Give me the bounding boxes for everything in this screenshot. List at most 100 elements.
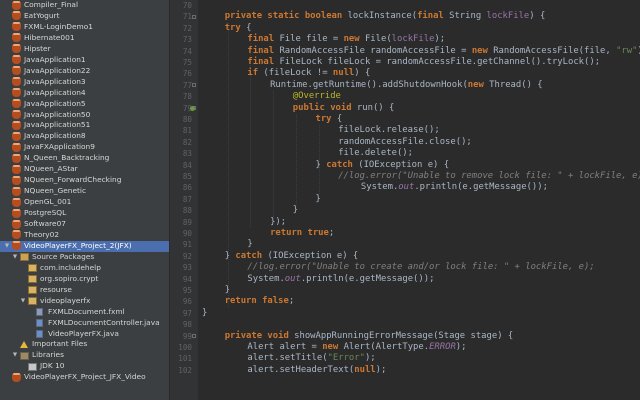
tree-item[interactable]: resourse (0, 285, 169, 296)
line-number: 71 (182, 12, 192, 22)
code-line[interactable]: } catch (IOException e) { (225, 251, 359, 262)
tree-item[interactable]: PostgreSQL (0, 208, 169, 219)
tree-item[interactable]: NQueen_ForwardChecking (0, 175, 169, 186)
code-line[interactable]: private void showAppRunningErrorMessage(… (225, 331, 514, 342)
code-line[interactable]: @Override (293, 91, 341, 102)
code-line[interactable]: } (247, 239, 252, 250)
indent-guide (295, 114, 297, 206)
code-line[interactable]: final RandomAccessFile randomAccessFile … (247, 46, 640, 57)
code-line[interactable]: final File file = new File(lockFile); (247, 34, 445, 45)
tree-item[interactable]: ▼ Source Packages (0, 252, 169, 263)
code-line[interactable]: }); (270, 217, 286, 228)
tree-item[interactable]: Important Files (0, 339, 169, 350)
code-line[interactable]: System.out.println(e.getMessage()); (361, 182, 548, 193)
code-token: Thread() { (489, 79, 543, 90)
code-token: run() { (356, 102, 395, 113)
tree-item[interactable]: JDK 10 (0, 361, 169, 372)
code-line[interactable]: randomAccessFile.close(); (338, 137, 472, 148)
line-number-gutter[interactable]: 70 71 72 73 74 75 76 77 78 79 80 81 82 83 84 85 86 87 88 89… (170, 0, 198, 400)
code-line[interactable]: //log.error("Unable to create and/or loc… (247, 262, 594, 273)
code-line[interactable]: Alert alert = new Alert(AlertType.ERROR)… (247, 342, 466, 353)
code-token: ); (364, 353, 376, 364)
tree-item[interactable]: VideoPlayerFX_Project_JFX_Video (0, 372, 169, 383)
expand-down-icon[interactable]: ▼ (4, 241, 10, 252)
code-line[interactable]: file.delete(); (338, 148, 413, 159)
project-icon (12, 241, 21, 251)
line-number: 77 (182, 80, 192, 90)
expand-down-icon[interactable]: ▼ (20, 296, 26, 307)
tree-item[interactable]: JavaApplication1 (0, 55, 169, 66)
fold-toggle-icon[interactable] (192, 14, 196, 19)
fold-toggle-icon[interactable] (192, 83, 196, 88)
keyword-token: return false (224, 296, 289, 307)
tree-item[interactable]: Compiler_Final (0, 0, 169, 11)
code-line[interactable]: } catch (IOException e) { (316, 160, 450, 171)
code-line[interactable]: private static boolean lockInstance(fina… (225, 11, 546, 22)
comment-token: //log.error("Unable to create and/or loc… (247, 262, 595, 273)
string-token: "rw" (616, 45, 638, 56)
tree-item-label: videoplayerfx (40, 295, 91, 305)
java-file-icon (36, 330, 43, 338)
line-number: 80 (182, 115, 192, 124)
code-line[interactable]: return false; (225, 296, 294, 307)
tree-item[interactable]: JavaApplication22 (0, 66, 169, 77)
expand-down-icon[interactable]: ▼ (12, 252, 18, 263)
tree-item[interactable]: FXML-LoginDemo1 (0, 22, 169, 33)
code-token: ); (455, 342, 467, 352)
line-number: 87 (182, 194, 192, 204)
tree-item[interactable]: JavaApplication50 (0, 110, 169, 121)
code-line[interactable]: //log.error("Unable to remove lock file:… (338, 171, 640, 182)
tree-item[interactable]: JavaApplication3 (0, 77, 169, 88)
tree-item-label: N_Queen_Backtracking (24, 153, 110, 163)
tree-item-label: VideoPlayerFX.java (48, 328, 119, 338)
tree-item[interactable]: ▼ videoplayerfx (0, 296, 169, 307)
fold-toggle-icon[interactable] (192, 334, 196, 339)
code-line[interactable]: public void run() { (293, 103, 395, 114)
tree-item[interactable]: VideoPlayerFX.java (0, 329, 169, 340)
tree-item[interactable]: com.includehelp (0, 263, 169, 274)
tree-item[interactable]: Software07 (0, 219, 169, 230)
code-line[interactable]: if (fileLock != null) { (247, 68, 370, 79)
expand-down-icon[interactable]: ▼ (12, 350, 18, 361)
code-line[interactable]: } (293, 205, 298, 216)
tree-item[interactable]: EatYogurt (0, 11, 169, 22)
tree-item[interactable]: ▼ Libraries (0, 350, 169, 361)
line-number: 86 (182, 183, 192, 193)
code-editor[interactable]: private static boolean lockInstance(fina… (198, 0, 640, 400)
tree-item[interactable]: JavaApplication4 (0, 88, 169, 99)
code-line[interactable]: fileLock.release(); (338, 125, 440, 136)
code-line[interactable]: alert.setTitle("Error"); (247, 353, 375, 364)
tree-item[interactable]: N_Queen_Backtracking (0, 153, 169, 164)
code-line[interactable]: return true; (270, 228, 334, 239)
tree-item[interactable]: org.sopiro.crypt (0, 274, 169, 285)
package-icon (28, 297, 37, 306)
tree-item[interactable]: FXMLDocumentController.java (0, 318, 169, 329)
code-token: (IOException e) { (358, 159, 450, 170)
tree-item[interactable]: JavaApplication5 (0, 99, 169, 110)
tree-item-label: VideoPlayerFX_Project_2(JFX) (24, 240, 132, 250)
tree-item[interactable]: NQueen_AStar (0, 164, 169, 175)
code-line[interactable]: } (202, 308, 207, 319)
code-line[interactable]: System.out.println(e.getMessage()); (247, 274, 434, 285)
code-line[interactable]: Runtime.getRuntime().addShutdownHook(new… (270, 80, 543, 91)
code-line[interactable]: } (225, 285, 230, 296)
tree-item-selected[interactable]: ▼ VideoPlayerFX_Project_2(JFX) (0, 240, 169, 252)
code-line[interactable]: } (316, 194, 321, 205)
code-line[interactable]: final FileLock fileLock = randomAccessFi… (247, 57, 600, 68)
tree-item[interactable]: Hipster (0, 44, 169, 55)
code-line[interactable]: try { (225, 23, 252, 34)
line-number: 91 (182, 240, 192, 250)
tree-item[interactable]: OpenGL_001 (0, 197, 169, 208)
tree-item[interactable]: Hibernate001 (0, 33, 169, 44)
tree-item[interactable]: NQueen_Genetic (0, 186, 169, 197)
project-tree[interactable]: Compiler_Final EatYogurt FXML-LoginDemo1 Hi… (0, 0, 170, 400)
override-marker-icon[interactable] (190, 105, 195, 111)
code-line[interactable]: try { (316, 114, 343, 125)
tree-item[interactable]: JavaApplication51 (0, 120, 169, 131)
code-line[interactable]: alert.setHeaderText(null); (247, 365, 386, 376)
tree-item[interactable]: JavaApplication8 (0, 131, 169, 142)
keyword-token: null (332, 68, 355, 79)
tree-item[interactable]: Theory02 (0, 230, 169, 241)
tree-item[interactable]: JavaFXApplication9 (0, 142, 169, 153)
tree-item[interactable]: FXMLDocument.fxml (0, 307, 169, 318)
